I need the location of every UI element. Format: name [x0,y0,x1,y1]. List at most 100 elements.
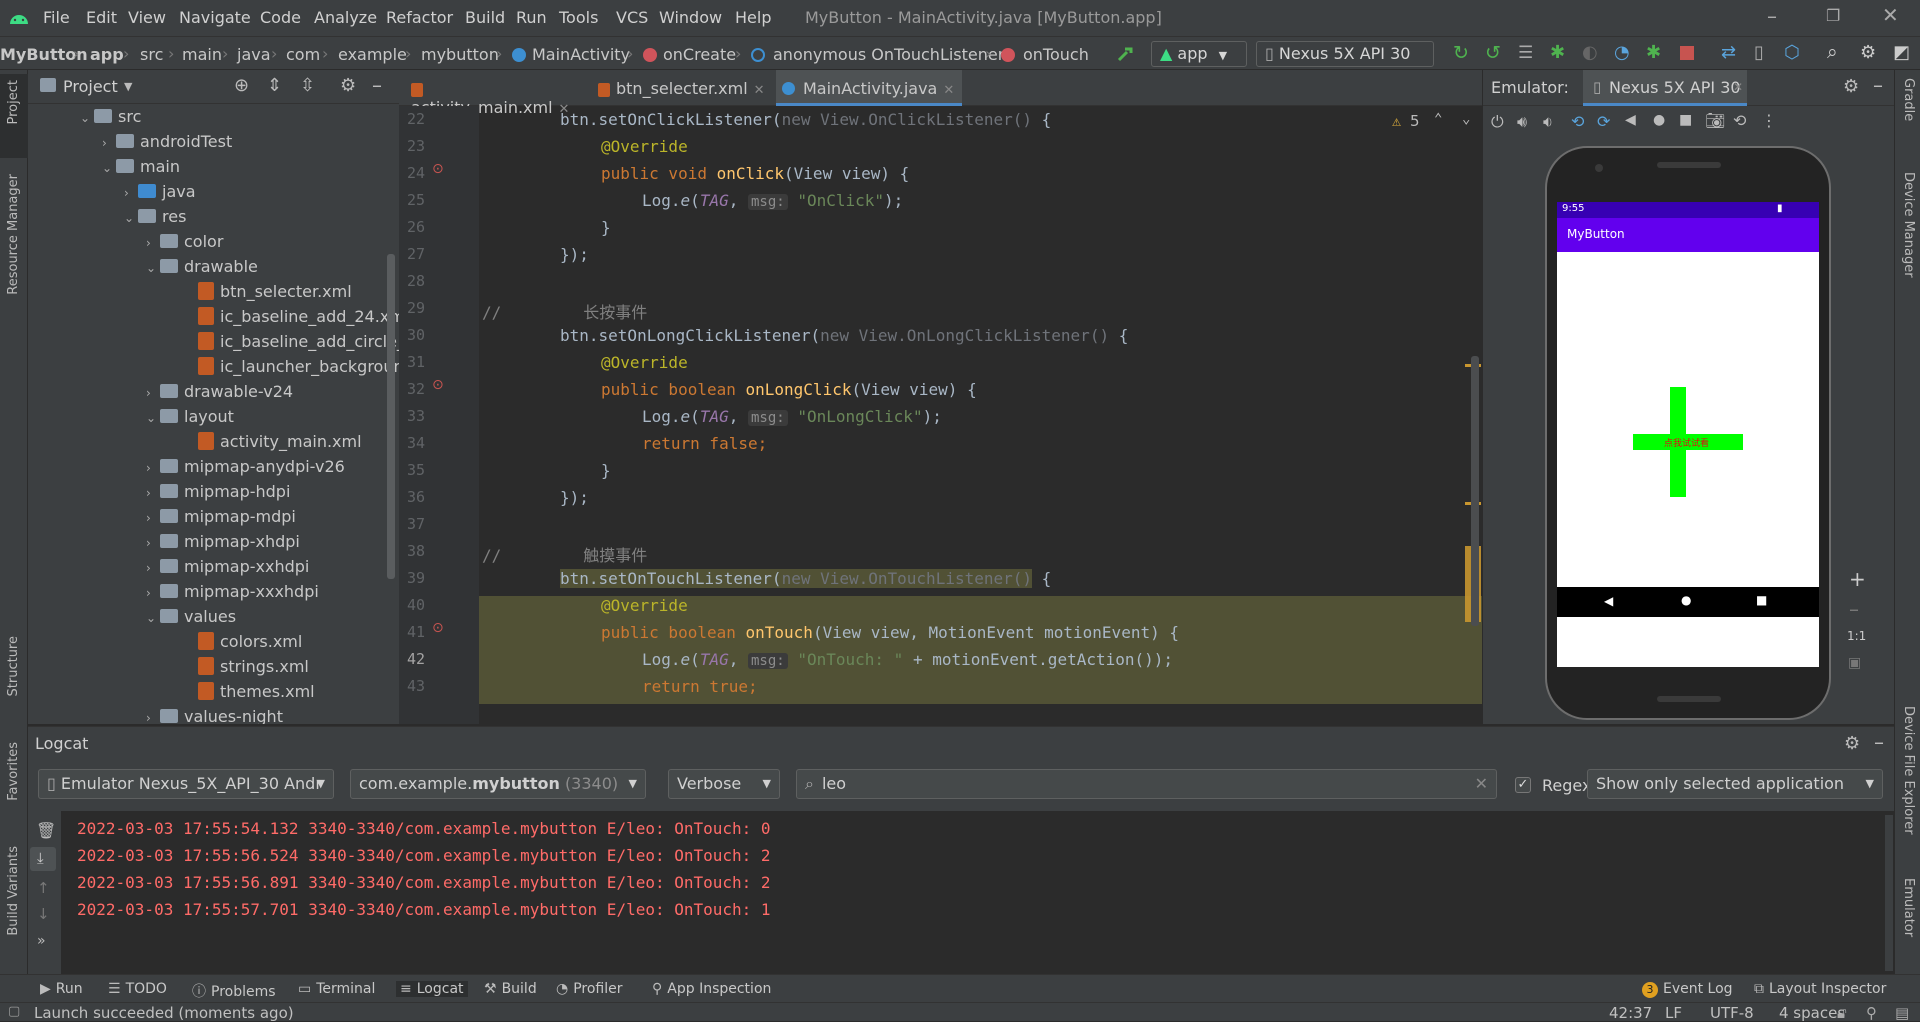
tab-btn-selecter[interactable]: btn_selecter.xml ✕ [598,70,770,106]
override-gutter-icon[interactable]: ⊙ [432,620,444,636]
menu-window[interactable]: Window [659,8,722,27]
zoom-out-icon[interactable]: – [1849,597,1859,621]
tree-item-res[interactable]: ⌄ res [124,207,186,232]
logcat-level-select[interactable]: Verbose ▼ [668,769,780,799]
menu-refactor[interactable]: Refactor [386,8,453,27]
tree-item-mipmap-xxxhdpi[interactable]: › mipmap-xxxhdpi [146,582,319,607]
tool-terminal[interactable]: ▭ Terminal [298,981,375,997]
tree-item-src[interactable]: ⌄ src [80,107,141,132]
gear-icon[interactable]: ⚙ [1843,76,1859,97]
tool-layout-inspector[interactable]: ⧉ Layout Inspector [1754,981,1886,997]
rotate-left-icon[interactable]: ⟲ [1571,112,1584,131]
apply-code-changes-icon[interactable]: ↺ [1485,42,1501,64]
hammer-icon[interactable] [1117,46,1135,64]
zoom-in-icon[interactable]: + [1849,567,1866,591]
emulator-device-tab[interactable]: ▯ Nexus 5X API 30 ✕ [1583,70,1747,106]
close-tab-icon[interactable]: ✕ [1733,80,1743,94]
plus-button[interactable]: 点我试试看 [1633,434,1743,450]
tool-window-resource-manager[interactable]: Resource Manager [6,174,21,295]
profiler-icon[interactable]: ◔ [1614,42,1630,63]
volume-down-icon[interactable]: 🔉︎ [1543,112,1553,132]
tool-todo[interactable]: ☰ TODO [108,981,167,997]
menu-file[interactable]: File [43,8,70,27]
gear-icon[interactable]: ⚙ [340,75,356,96]
coverage-icon[interactable]: ☰ [1518,43,1533,63]
tree-item-mipmap-hdpi[interactable]: › mipmap-hdpi [146,482,290,507]
back-icon[interactable]: ◀ [1625,112,1636,128]
log-line[interactable]: 2022-03-03 17:55:57.701 3340-3340/com.ex… [77,900,771,919]
tool-logcat[interactable]: ≡ Logcat [396,981,468,997]
clear-search-icon[interactable]: ✕ [1475,774,1488,793]
tool-run[interactable]: ▶ Run [40,981,83,997]
inspection-icon[interactable]: ⚲ [1866,1004,1877,1022]
logcat-search-input[interactable]: ⌕ leo ✕ [796,769,1497,799]
menu-view[interactable]: View [128,8,166,27]
search-icon[interactable]: ⌕ [1827,41,1838,63]
breadcrumb-java[interactable]: java [237,45,271,64]
tree-item-btn-selecter[interactable]: btn_selecter.xml [198,282,352,307]
code-area[interactable]: btn.setOnClickListener(new View.OnClickL… [479,106,1482,724]
indent-setting[interactable]: 4 spaces [1779,1004,1845,1022]
tool-event-log[interactable]: 3 Event Log [1642,981,1733,998]
memory-icon[interactable]: ▤ [1895,1004,1909,1022]
tool-window-favorites[interactable]: Favorites [6,742,21,801]
tree-item-colors[interactable]: colors.xml [198,632,302,657]
caret-position[interactable]: 42:37 [1609,1004,1652,1022]
account-icon[interactable]: ◩ [1893,42,1910,63]
collapse-all-icon[interactable]: ⇳ [300,75,315,96]
tab-mainactivity[interactable]: MainActivity.java ✕ [776,70,962,106]
volume-up-icon[interactable]: 🔊︎ [1517,112,1527,132]
next-highlight-icon[interactable]: ⌄ [1462,111,1470,127]
project-view-title[interactable]: Project [63,77,118,96]
override-gutter-icon[interactable]: ⊙ [432,377,444,393]
log-line[interactable]: 2022-03-03 17:55:56.524 3340-3340/com.ex… [77,846,771,865]
tree-item-values-night[interactable]: › values-night [146,707,283,724]
breadcrumb-mybutton[interactable]: mybutton [421,45,499,64]
tree-item-java[interactable]: › java [124,182,196,207]
close-tab-icon[interactable]: ✕ [943,83,954,98]
project-scrollbar[interactable] [387,254,395,579]
attach-debugger-icon[interactable]: ✱ [1646,42,1661,63]
menu-edit[interactable]: Edit [86,8,117,27]
menu-help[interactable]: Help [735,8,771,27]
tool-window-gradle[interactable]: Gradle [1901,78,1916,121]
tool-window-build-variants[interactable]: Build Variants [6,846,21,936]
apply-changes-icon[interactable]: ↻ [1453,42,1469,64]
snapshot-icon[interactable]: ⟲ [1733,111,1746,130]
clear-logcat-icon[interactable]: 🗑︎ [36,821,56,840]
nav-overview-icon[interactable]: ■ [1756,593,1767,607]
menu-code[interactable]: Code [260,8,301,27]
device-manager-icon[interactable]: ▯ [1754,42,1764,63]
tool-window-device-file-explorer[interactable]: Device File Explorer [1901,706,1916,835]
tool-window-emulator[interactable]: Emulator [1901,878,1916,937]
regex-checkbox[interactable]: ✓ [1515,777,1531,793]
hide-panel-icon[interactable]: – [1873,73,1883,97]
tab-activity-main[interactable]: activity_main.xml ✕ [411,70,587,117]
close-tab-icon[interactable]: ✕ [754,83,765,98]
zoom-fit-icon[interactable]: ▣ [1848,655,1861,671]
breadcrumb-anonymous-listener[interactable]: anonymous OnTouchListener [773,45,1004,64]
restore-icon[interactable]: ❐ [1826,6,1840,25]
tree-item-mipmap-xxhdpi[interactable]: › mipmap-xxhdpi [146,557,309,582]
breadcrumb-src[interactable]: src [140,45,163,64]
tree-item-activity-main[interactable]: activity_main.xml [198,432,362,457]
log-line[interactable]: 2022-03-03 17:55:54.132 3340-3340/com.ex… [77,819,771,838]
tree-item-mipmap-mdpi[interactable]: › mipmap-mdpi [146,507,296,532]
status-message[interactable]: Launch succeeded (moments ago) [34,1004,294,1022]
more-options-icon[interactable]: ⋮ [1761,111,1777,130]
status-panel-icon[interactable]: ▢ [8,1004,20,1019]
editor-scrollbar[interactable] [1471,356,1479,626]
debug-icon[interactable]: ✱ [1550,42,1565,63]
breadcrumb-example[interactable]: example [338,45,407,64]
warning-icon[interactable]: ⚠ [1392,112,1401,130]
rotate-right-icon[interactable]: ⟳ [1597,112,1610,131]
menu-vcs[interactable]: VCS [616,8,648,27]
hide-panel-icon[interactable]: – [372,73,382,97]
locate-icon[interactable]: ⊕ [234,75,249,96]
profile-icon[interactable]: ◐ [1582,42,1598,63]
more-icon[interactable]: » [37,933,46,949]
close-icon[interactable]: ✕ [1882,3,1899,27]
menu-navigate[interactable]: Navigate [179,8,251,27]
menu-analyze[interactable]: Analyze [314,8,377,27]
tree-item-ic-launcher-background[interactable]: ic_launcher_background.x [198,357,399,382]
